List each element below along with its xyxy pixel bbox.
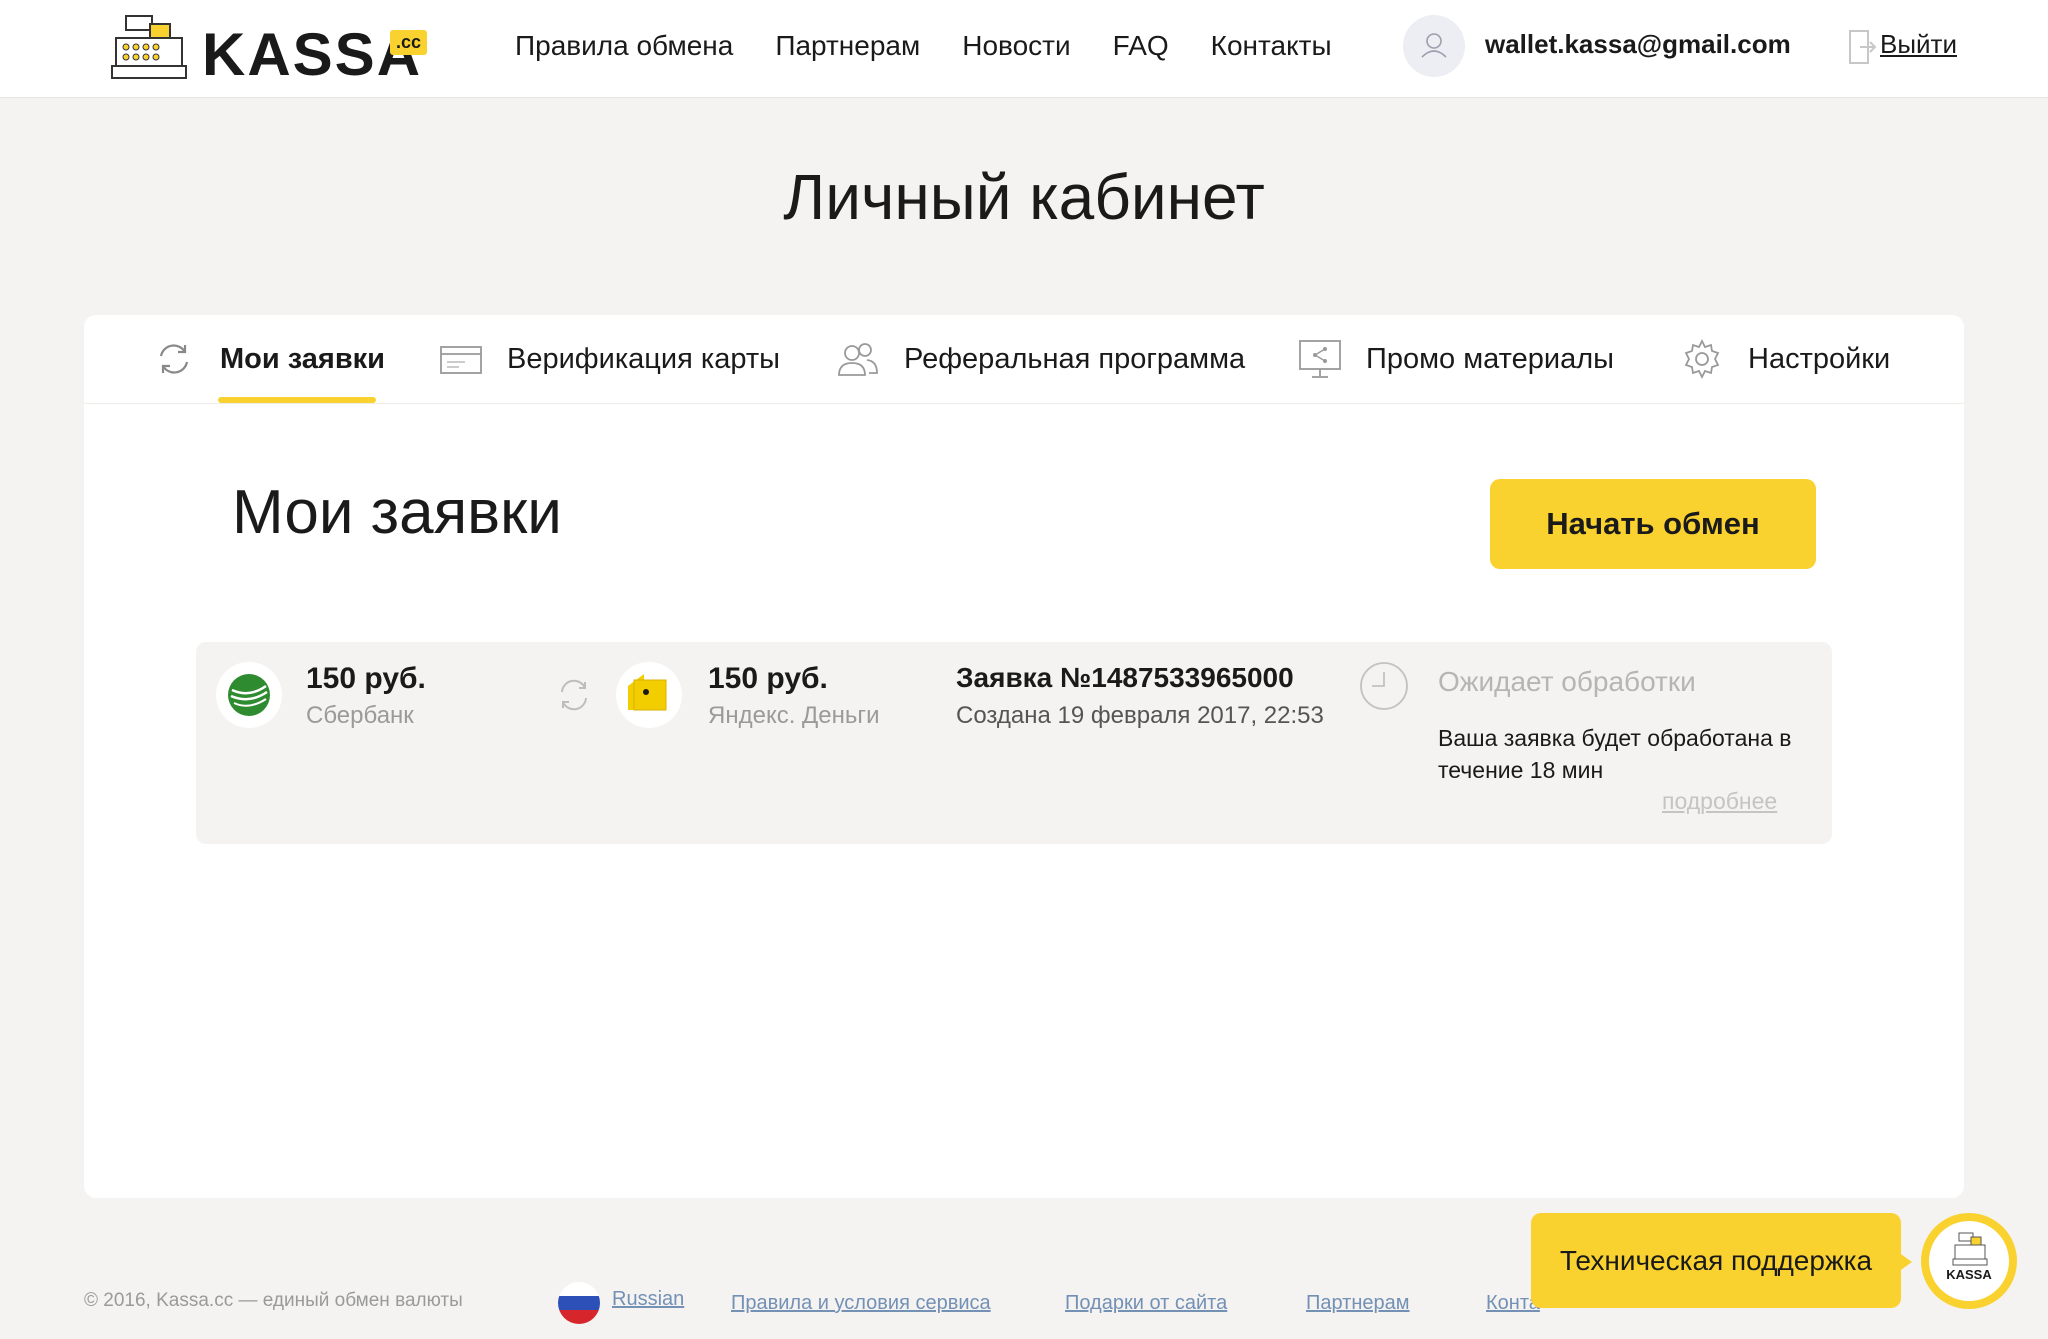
tab-label: Настройки xyxy=(1748,342,1891,375)
page-title: Личный кабинет xyxy=(783,161,1265,233)
to-method: Яндекс. Деньги xyxy=(708,702,880,729)
tab-card-verification[interactable]: Верификация карты xyxy=(439,315,780,403)
card-icon xyxy=(440,346,482,374)
from-amount: 150 руб. xyxy=(306,662,426,695)
tab-label: Мои заявки xyxy=(220,342,386,375)
yandex-money-icon xyxy=(628,674,667,711)
support-bubble-tail xyxy=(1898,1252,1912,1272)
tab-settings[interactable]: Настройки xyxy=(1680,315,1890,403)
logo-text: KASSA xyxy=(202,21,423,88)
copyright: © 2016, Kassa.cc — единый обмен валюты xyxy=(84,1290,463,1311)
active-tab-indicator xyxy=(218,397,376,403)
avatar[interactable] xyxy=(1403,15,1465,77)
nav-exchange-rules[interactable]: Правила обмена xyxy=(515,30,733,62)
nav-partners[interactable]: Партнерам xyxy=(775,30,920,62)
logo-suffix: .cc xyxy=(390,30,428,55)
tab-promo-materials[interactable]: Промо материалы xyxy=(1298,315,1614,403)
sberbank-icon xyxy=(228,674,270,716)
from-method: Сбербанк xyxy=(306,702,414,729)
tab-my-orders[interactable]: Мои заявки xyxy=(152,315,385,403)
start-exchange-button[interactable]: Начать обмен xyxy=(1490,479,1816,569)
nav-contacts[interactable]: Контакты xyxy=(1211,30,1332,62)
footer-link-partners[interactable]: Партнерам xyxy=(1306,1292,1410,1315)
order-status: Ожидает обработки xyxy=(1438,666,1696,697)
order-details-link[interactable]: подробнее xyxy=(1662,788,1777,815)
gear-icon xyxy=(1684,338,1720,380)
support-avatar-inner: KASSA xyxy=(1929,1221,2009,1301)
logout-icon[interactable] xyxy=(1848,29,1876,65)
tab-bar: Мои заявки Верификация карты Реферальная… xyxy=(84,315,1964,404)
order-status-description: Ваша заявка будет обработана в течение 1… xyxy=(1438,725,1792,783)
order-row[interactable]: 150 руб. Сбербанк 150 руб. Яндекс. Деньг… xyxy=(196,642,1832,844)
dashboard-card: Мои заявки Верификация карты Реферальная… xyxy=(84,315,1964,1198)
main-nav: Правила обмена Партнерам Новости FAQ Кон… xyxy=(515,30,1332,62)
nav-faq[interactable]: FAQ xyxy=(1113,30,1169,62)
sberbank-logo xyxy=(216,662,282,728)
yandex-money-logo xyxy=(616,662,682,728)
order-created-date: Создана 19 февраля 2017, 22:53 xyxy=(956,702,1324,729)
order-number: Заявка №1487533965000 xyxy=(956,662,1294,693)
users-icon xyxy=(838,343,878,376)
tab-label: Верификация карты xyxy=(507,342,780,375)
support-avatar[interactable]: KASSA xyxy=(1921,1213,2017,1309)
tab-label: Промо материалы xyxy=(1366,342,1614,375)
russia-flag-icon xyxy=(558,1282,600,1324)
header: KASSA .cc Правила обмена Партнерам Новос… xyxy=(0,0,2048,97)
tab-label: Реферальная программа xyxy=(904,342,1246,375)
tech-support-button[interactable]: Техническая поддержка xyxy=(1531,1213,1901,1308)
exchange-arrows-icon xyxy=(561,679,587,711)
logo[interactable]: KASSA .cc xyxy=(110,14,430,88)
tab-referral-program[interactable]: Реферальная программа xyxy=(836,315,1245,403)
support-avatar-label: KASSA xyxy=(1946,1267,1992,1282)
user-email: wallet.kassa@gmail.com xyxy=(1485,29,1791,59)
section-title: Мои заявки xyxy=(232,478,562,547)
cash-register-icon xyxy=(111,15,187,79)
logout-link[interactable]: Выйти xyxy=(1880,29,1957,60)
clock-icon xyxy=(1360,662,1408,710)
footer-link-gifts[interactable]: Подарки от сайта xyxy=(1065,1292,1227,1315)
to-amount: 150 руб. xyxy=(708,662,828,695)
nav-news[interactable]: Новости xyxy=(962,30,1070,62)
monitor-share-icon xyxy=(1299,340,1341,378)
language-selector[interactable]: Russian xyxy=(612,1288,684,1311)
footer-link-terms[interactable]: Правила и условия сервиса xyxy=(731,1292,991,1315)
user-icon xyxy=(1421,33,1447,58)
refresh-icon xyxy=(159,344,189,374)
